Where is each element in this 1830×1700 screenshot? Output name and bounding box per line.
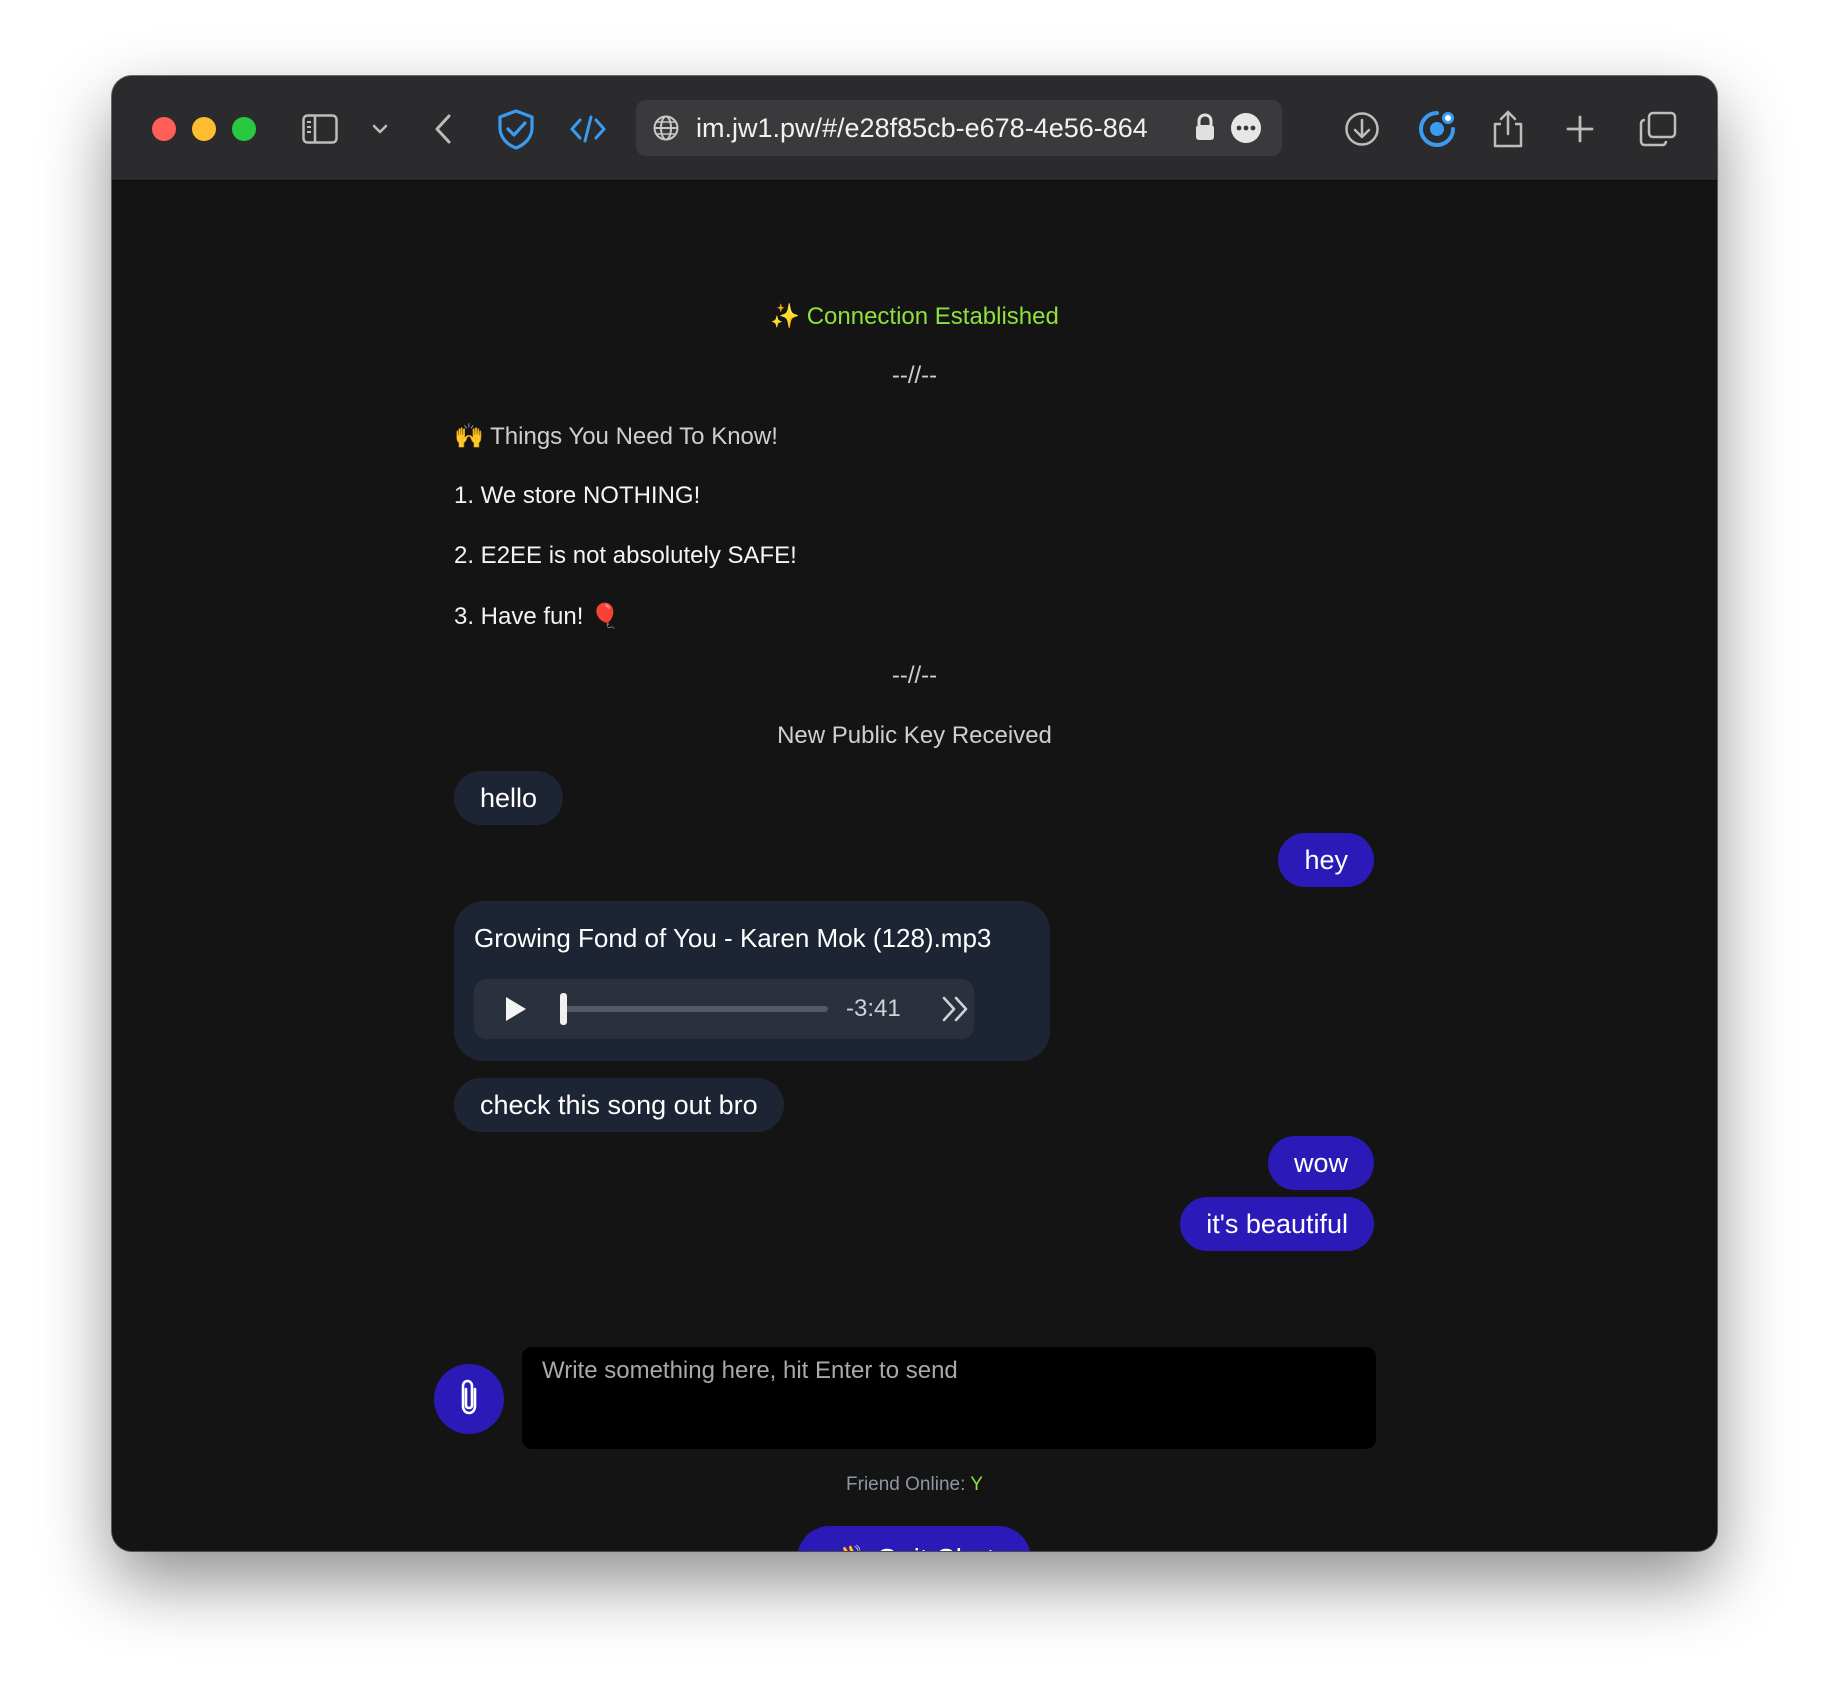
audio-filename: Growing Fond of You - Karen Mok (128).mp… [474, 923, 992, 953]
downloads-icon[interactable] [1342, 107, 1382, 151]
message-outgoing: hey [1278, 833, 1374, 887]
chat-page: ✨ Connection Established --//-- 🙌 Things… [112, 181, 1717, 1551]
attach-file-button[interactable] [434, 1364, 504, 1434]
extension-icon[interactable] [1415, 107, 1459, 151]
audio-message: Growing Fond of You - Karen Mok (128).mp… [454, 901, 1050, 1061]
paperclip-icon [456, 1377, 482, 1421]
address-bar[interactable]: im.jw1.pw/#/e28f85cb-e678-4e56-864 [636, 100, 1282, 156]
notice-title-text: Things You Need To Know! [490, 423, 778, 450]
share-icon[interactable] [1490, 107, 1526, 151]
message-incoming: check this song out bro [454, 1078, 784, 1132]
divider-top: --//-- [891, 362, 938, 389]
rule-text: 3. Have fun! [454, 603, 584, 630]
message-outgoing: it's beautiful [1180, 1197, 1374, 1251]
quit-chat-button[interactable]: 👋 Quit Chat [797, 1526, 1031, 1551]
balloon-icon: 🎈 [590, 603, 620, 630]
new-tab-icon[interactable] [1564, 107, 1596, 151]
raised-hands-icon: 🙌 [454, 423, 484, 450]
code-icon[interactable] [568, 107, 608, 151]
rule-item: 3. Have fun! 🎈 [454, 602, 620, 631]
friend-online-status: Friend Online: Y [112, 1474, 1717, 1496]
back-icon[interactable] [430, 107, 456, 151]
globe-icon [652, 114, 680, 146]
friend-online-value: Y [970, 1474, 983, 1495]
more-options-icon[interactable] [1230, 112, 1262, 148]
tab-overview-icon[interactable] [1638, 107, 1678, 151]
lock-icon [1194, 112, 1216, 146]
play-icon[interactable] [504, 996, 528, 1026]
friend-online-label: Friend Online: [846, 1474, 966, 1495]
message-input[interactable] [522, 1347, 1376, 1449]
key-notice: New Public Key Received [777, 722, 1052, 749]
privacy-shield-icon[interactable] [494, 107, 538, 151]
connection-text: Connection Established [806, 303, 1059, 330]
rule-item: 1. We store NOTHING! [454, 482, 701, 509]
sidebar-toggle-icon[interactable] [300, 107, 340, 151]
waving-hand-icon: 👋 [833, 1543, 868, 1552]
more-options-chevrons-icon[interactable] [940, 995, 972, 1027]
divider-bottom: --//-- [891, 662, 938, 689]
message-outgoing: wow [1267, 1136, 1374, 1190]
close-window-button[interactable] [152, 117, 176, 141]
message-incoming: hello [454, 771, 564, 825]
minimize-window-button[interactable] [192, 117, 216, 141]
rule-item: 2. E2EE is not absolutely SAFE! [454, 542, 797, 569]
notice-title: 🙌 Things You Need To Know! [454, 422, 778, 451]
quit-chat-label: Quit Chat [876, 1543, 994, 1551]
chevron-down-icon[interactable] [368, 107, 392, 151]
audio-progress-track[interactable] [562, 1006, 828, 1012]
zoom-window-button[interactable] [232, 117, 256, 141]
audio-player: -3:41 [474, 979, 974, 1039]
audio-progress-thumb[interactable] [560, 993, 567, 1025]
connection-status: ✨ Connection Established [112, 302, 1717, 331]
browser-window: im.jw1.pw/#/e28f85cb-e678-4e56-864 ✨ Con… [112, 76, 1717, 1551]
url-text: im.jw1.pw/#/e28f85cb-e678-4e56-864 [696, 113, 1148, 143]
browser-toolbar: im.jw1.pw/#/e28f85cb-e678-4e56-864 [112, 76, 1717, 181]
audio-remaining-time: -3:41 [846, 995, 901, 1022]
sparkles-icon: ✨ [770, 303, 801, 330]
